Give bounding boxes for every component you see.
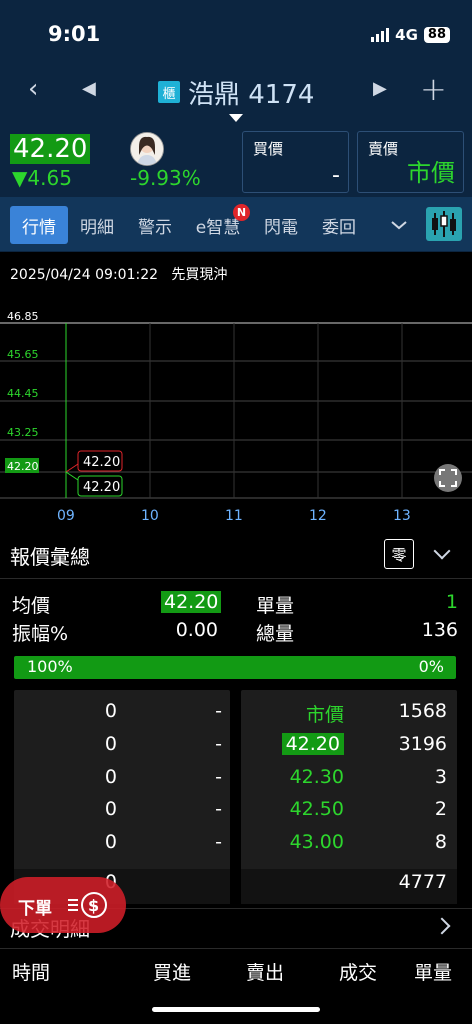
market-badge: 櫃 — [158, 81, 180, 103]
tab-details[interactable]: 明細 — [74, 206, 120, 244]
svg-text:$: $ — [88, 896, 99, 915]
x-label: 12 — [309, 508, 327, 524]
avg-price-label: 均價 — [12, 595, 51, 617]
order-button-label: 下單 — [18, 899, 52, 919]
y-label: 45.65 — [7, 348, 39, 361]
high-tag-text: 42.20 — [83, 455, 120, 470]
divider — [0, 578, 472, 579]
y-label-current: 42.20 — [7, 460, 39, 473]
col-header-bid: 買進 — [153, 962, 192, 984]
amplitude-value: 0.00 — [175, 619, 218, 641]
bid-box[interactable]: 買價 - — [242, 131, 349, 193]
status-indicators: 4G 88 — [371, 26, 450, 44]
bid-value: - — [332, 163, 340, 188]
buy-ratio: 100% — [27, 657, 73, 676]
chevron-right-icon[interactable] — [433, 917, 451, 935]
chart-info: 2025/04/24 09:01:22 先買現沖 — [10, 264, 227, 284]
col-header-volume: 單量 — [414, 962, 453, 984]
stock-title[interactable]: 浩鼎 4174 — [188, 74, 314, 111]
ask-qty: 2 — [434, 798, 447, 820]
ask-total: 4777 — [398, 871, 447, 893]
tab-quote[interactable]: 行情 — [10, 206, 68, 244]
new-badge: N — [233, 204, 250, 221]
tab-flash[interactable]: 閃電 — [258, 206, 304, 244]
back-icon[interactable]: ‹ — [28, 74, 38, 104]
home-indicator[interactable] — [152, 1007, 320, 1012]
prev-stock-icon[interactable]: ◀ — [82, 78, 96, 99]
y-label: 43.25 — [7, 426, 39, 439]
bid-price: - — [215, 733, 222, 755]
chart-timestamp: 2025/04/24 09:01:22 — [10, 267, 159, 283]
bid-qty: 0 — [104, 733, 117, 755]
buy-sell-ratio-bar: 100% 0% — [14, 656, 456, 679]
ask-price[interactable]: 42.50 — [290, 798, 344, 820]
bid-price: - — [215, 766, 222, 788]
ask-total-row: 4777 — [241, 869, 457, 904]
bid-price: - — [215, 831, 222, 853]
status-time: 9:01 — [48, 22, 101, 46]
ask-book: 市價 1568 42.20 3196 42.30 3 42.50 2 43.00… — [241, 690, 457, 904]
ask-label: 賣價 — [368, 140, 399, 158]
amplitude-label: 振幅% — [12, 623, 69, 645]
bid-book: 0 - 0 - 0 - 0 - 0 - 0 — [14, 690, 230, 904]
trade-status: 先買現沖 — [171, 267, 228, 283]
bid-qty: 0 — [104, 798, 117, 820]
collapse-chevron-icon[interactable] — [433, 542, 451, 560]
intraday-chart[interactable]: 46.85 45.65 44.45 43.25 42.20 42.20 42.2… — [0, 300, 472, 530]
more-tabs-chevron-icon[interactable] — [384, 206, 414, 244]
avg-price-value: 42.20 — [161, 591, 222, 613]
unit-vol-label: 單量 — [256, 595, 295, 617]
ask-qty: 8 — [434, 831, 447, 853]
ask-value: 市價 — [407, 159, 455, 187]
tab-orders[interactable]: 委回 — [316, 206, 362, 244]
add-icon[interactable]: + — [420, 70, 447, 108]
bid-qty: 0 — [104, 700, 117, 722]
place-order-button[interactable]: 下單 $ — [0, 877, 126, 933]
ask-box[interactable]: 賣價 市價 — [357, 131, 464, 193]
x-label: 10 — [141, 508, 159, 524]
grid-lines — [0, 322, 472, 499]
x-label: 13 — [393, 508, 411, 524]
section-title-summary: 報價彙總 — [10, 545, 90, 569]
divider — [0, 948, 472, 949]
ask-price[interactable]: 42.30 — [290, 766, 344, 788]
x-label: 09 — [57, 508, 75, 524]
bid-label: 買價 — [253, 140, 284, 158]
unit-vol-value: 1 — [445, 591, 458, 613]
odd-lot-button[interactable]: 零 — [384, 539, 414, 569]
order-dollar-icon: $ — [68, 892, 107, 918]
y-label-high: 46.85 — [7, 310, 39, 323]
ask-qty: 1568 — [398, 700, 447, 722]
avatar[interactable] — [130, 132, 164, 166]
next-stock-icon[interactable]: ▶ — [373, 78, 387, 99]
ask-price[interactable]: 42.20 — [281, 733, 344, 755]
last-price: 42.20 — [10, 134, 91, 164]
price-change: ▼4.65 — [12, 166, 72, 190]
tab-alerts[interactable]: 警示 — [132, 206, 178, 244]
sell-ratio: 0% — [418, 657, 444, 676]
ask-qty: 3196 — [398, 733, 447, 755]
battery-icon: 88 — [423, 27, 450, 43]
ask-qty: 3 — [434, 766, 447, 788]
candlestick-chart-icon[interactable] — [426, 207, 462, 241]
y-label: 44.45 — [7, 387, 39, 400]
ask-price[interactable]: 43.00 — [290, 831, 344, 853]
bid-qty: 0 — [104, 766, 117, 788]
total-vol-label: 總量 — [256, 623, 295, 645]
x-label: 11 — [225, 508, 243, 524]
bid-qty: 0 — [104, 831, 117, 853]
bid-price: - — [215, 798, 222, 820]
fullscreen-icon[interactable] — [434, 464, 462, 492]
col-header-deal: 成交 — [339, 962, 378, 984]
change-percent: -9.93% — [130, 166, 201, 190]
col-header-ask: 賣出 — [246, 962, 285, 984]
signal-icon — [371, 28, 390, 42]
total-vol-value: 136 — [421, 619, 458, 641]
bid-price: - — [215, 700, 222, 722]
ask-price[interactable]: 市價 — [306, 700, 344, 727]
col-header-time: 時間 — [12, 962, 51, 984]
network-type: 4G — [395, 26, 418, 44]
low-tag-text: 42.20 — [83, 480, 120, 495]
caret-down-icon[interactable] — [229, 114, 243, 122]
